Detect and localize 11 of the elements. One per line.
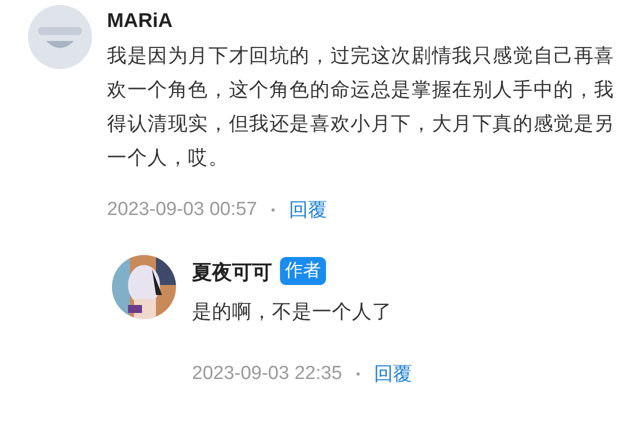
separator: • [356,367,360,381]
reply-text: 是的啊，不是一个人了 [192,299,393,325]
reply-link[interactable]: 回覆 [374,361,412,387]
timestamp: 2023-09-03 22:35 [192,363,342,385]
user-name: 夏夜可可 [192,261,272,285]
author-badge: 作者 [280,257,326,285]
separator: • [271,203,276,217]
reply-link[interactable]: 回覆 [289,197,328,223]
timestamp: 2023-09-03 00:57 [107,199,258,221]
user-name: MARiA [107,9,174,33]
comment-text: 我是因为月下才回坑的，过完这次剧情我只感觉自己再喜欢一个角色，这个角色的命运总是掌握在别人手中的，我得认清现实，但我还是喜欢小月下，大月下真的感觉是另一个人，哎。 [107,43,616,171]
